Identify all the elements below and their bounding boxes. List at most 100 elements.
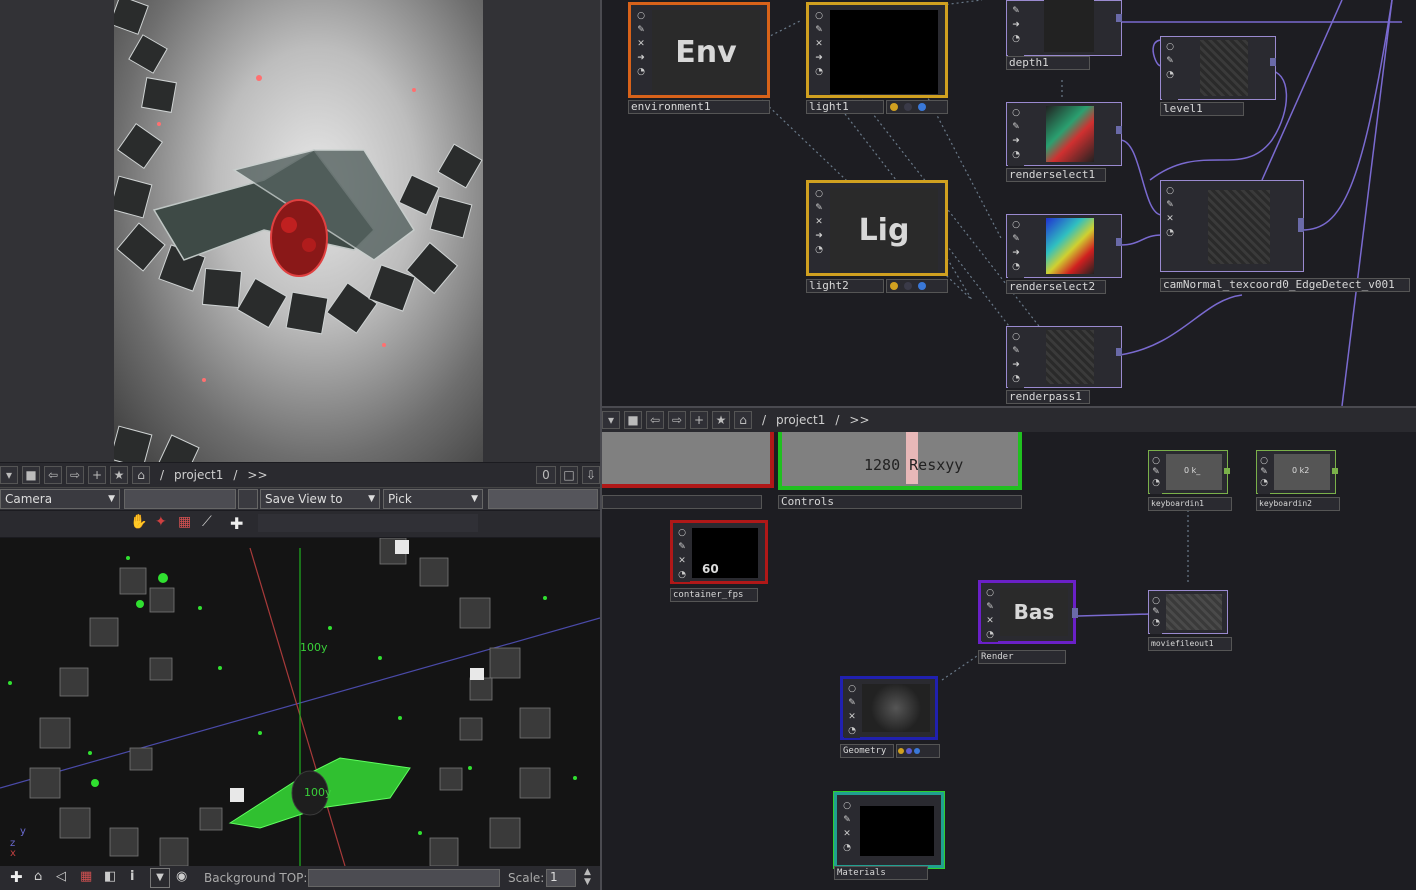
home-view-icon[interactable]: ⌂ <box>34 869 42 884</box>
bypass-icon[interactable]: ○ <box>1260 456 1268 466</box>
edit-icon[interactable]: ✎ <box>815 25 823 35</box>
viewer-icon[interactable]: ◔ <box>678 570 686 580</box>
background-top-field[interactable] <box>308 869 500 887</box>
camera-select[interactable]: Camera ▼ <box>0 489 120 509</box>
flag-dot[interactable] <box>918 103 926 111</box>
back-icon[interactable]: ⇦ <box>44 466 62 484</box>
viewer-icon[interactable]: ◔ <box>1012 374 1020 384</box>
bypass-icon[interactable]: ○ <box>815 11 823 21</box>
edit-icon[interactable]: ✎ <box>637 25 645 35</box>
cube-icon[interactable]: ◧ <box>104 869 116 884</box>
output-connector[interactable] <box>1116 238 1122 246</box>
output-connector[interactable] <box>1116 14 1122 22</box>
flag-dot[interactable] <box>890 103 898 111</box>
edit-icon[interactable]: ✎ <box>843 815 851 825</box>
output-connector[interactable] <box>1270 58 1276 66</box>
output-connector[interactable] <box>1116 126 1122 134</box>
stop-icon[interactable]: ■ <box>624 411 642 429</box>
flag-dot[interactable] <box>918 282 926 290</box>
arrow-icon[interactable]: ➜ <box>1012 248 1020 258</box>
path-more[interactable]: >> <box>849 413 869 427</box>
arrow-icon[interactable]: ➜ <box>815 53 823 63</box>
download-icon[interactable]: ⇩ <box>582 466 600 484</box>
edit-icon[interactable]: ✎ <box>1152 607 1160 617</box>
grid-tool-icon[interactable]: ▦ <box>178 514 196 532</box>
wand-tool-icon[interactable]: ⟋ <box>202 514 220 532</box>
arrow-icon[interactable]: ➜ <box>815 231 823 241</box>
close-icon[interactable]: ✕ <box>815 217 823 227</box>
output-connector[interactable] <box>1332 468 1338 474</box>
node-light1[interactable]: ○ ✎ ✕ ➜ ◔ light1 <box>806 2 948 114</box>
home-icon[interactable]: ⌂ <box>734 411 752 429</box>
arrow-icon[interactable]: ➜ <box>1012 136 1020 146</box>
camera-name-field[interactable] <box>124 489 236 509</box>
home-icon[interactable]: ⌂ <box>132 466 150 484</box>
node-camnormal-edgedetect[interactable]: ○ ✎ ✕ ◔ camNormal_texcoord0_EdgeDetect_v001 <box>1160 180 1410 294</box>
camera-icon[interactable]: ◉ <box>176 869 187 884</box>
node-level1[interactable]: ○ ✎ ◔ level1 <box>1160 36 1276 116</box>
node-label[interactable]: light2 <box>806 279 884 293</box>
bypass-icon[interactable]: ○ <box>815 189 823 199</box>
node-label[interactable]: Controls <box>778 495 1022 509</box>
path-root[interactable]: / <box>762 413 766 427</box>
bypass-icon[interactable]: ○ <box>1152 456 1160 466</box>
geometry-viewer[interactable]: 100y 100y y z x <box>0 538 600 866</box>
edit-icon[interactable]: ✎ <box>1152 467 1160 477</box>
edit-icon[interactable]: ✎ <box>1012 234 1020 244</box>
close-icon[interactable]: ✕ <box>678 556 686 566</box>
bypass-icon[interactable]: ○ <box>678 528 686 538</box>
viewer-icon[interactable]: ◔ <box>815 245 823 255</box>
node-container-cropped[interactable] <box>602 432 774 509</box>
flag-dot[interactable] <box>904 103 912 111</box>
node-label[interactable]: Materials <box>834 866 928 880</box>
scale-field[interactable]: 1 <box>546 869 576 887</box>
star-icon[interactable]: ★ <box>110 466 128 484</box>
bypass-icon[interactable]: ○ <box>1012 220 1020 230</box>
close-icon[interactable]: ✕ <box>986 616 994 626</box>
save-view-select[interactable]: Save View to ▼ <box>260 489 380 509</box>
close-icon[interactable]: ✕ <box>815 39 823 49</box>
maximize-icon[interactable]: □ <box>560 466 578 484</box>
viewer-icon[interactable]: ◔ <box>637 67 645 77</box>
add-tool-icon[interactable]: ✚ <box>230 514 248 533</box>
edit-icon[interactable]: ✎ <box>815 203 823 213</box>
forward-icon[interactable]: ⇨ <box>66 466 84 484</box>
edit-icon[interactable]: ✎ <box>848 698 856 708</box>
node-label[interactable]: renderselect1 <box>1006 168 1106 182</box>
path-project[interactable]: project1 <box>174 468 223 482</box>
path-more[interactable]: >> <box>247 468 267 482</box>
bypass-icon[interactable]: ○ <box>637 11 645 21</box>
edit-icon[interactable]: ✎ <box>1012 122 1020 132</box>
pick-select[interactable]: Pick ▼ <box>383 489 483 509</box>
node-flags[interactable] <box>886 100 948 114</box>
flag-dot[interactable] <box>890 282 898 290</box>
flag-dot[interactable] <box>898 748 904 754</box>
node-label[interactable]: moviefileout1 <box>1148 637 1232 651</box>
menu-arrow-icon[interactable]: ▾ <box>602 411 620 429</box>
node-moviefileout1[interactable]: ○ ✎ ◔ moviefileout1 <box>1148 590 1232 652</box>
node-label[interactable]: container_fps <box>670 588 758 602</box>
path-root[interactable]: / <box>160 468 164 482</box>
viewer-icon[interactable]: ◔ <box>1166 228 1174 238</box>
node-label[interactable]: Render <box>978 650 1066 664</box>
node-label[interactable]: keyboardin1 <box>1148 497 1232 511</box>
viewer-icon[interactable]: ◔ <box>1260 478 1268 488</box>
flag-dot[interactable] <box>906 748 912 754</box>
viewer-icon[interactable]: ◔ <box>1152 478 1160 488</box>
node-renderselect1[interactable]: ○ ✎ ➜ ◔ renderselect1 <box>1006 102 1122 182</box>
path-project[interactable]: project1 <box>776 413 825 427</box>
node-label[interactable]: renderpass1 <box>1006 390 1090 404</box>
node-renderpass1[interactable]: ○ ✎ ➜ ◔ renderpass1 <box>1006 326 1122 406</box>
node-light2[interactable]: ○ ✎ ✕ ➜ ◔ Lig light2 <box>806 180 948 294</box>
forward-icon[interactable]: ⇨ <box>668 411 686 429</box>
menu-arrow-icon[interactable]: ▾ <box>0 466 18 484</box>
node-label[interactable] <box>602 495 762 509</box>
edit-icon[interactable]: ✎ <box>678 542 686 552</box>
close-icon[interactable]: ✕ <box>637 39 645 49</box>
edit-icon[interactable]: ✎ <box>1012 6 1020 16</box>
bypass-icon[interactable]: ○ <box>1166 186 1174 196</box>
output-connector[interactable] <box>1224 468 1230 474</box>
viewer-icon[interactable]: ◔ <box>1166 70 1174 80</box>
bypass-icon[interactable]: ○ <box>1152 596 1160 606</box>
node-geometry[interactable]: ○ ✎ ✕ ◔ Geometry <box>840 676 940 758</box>
